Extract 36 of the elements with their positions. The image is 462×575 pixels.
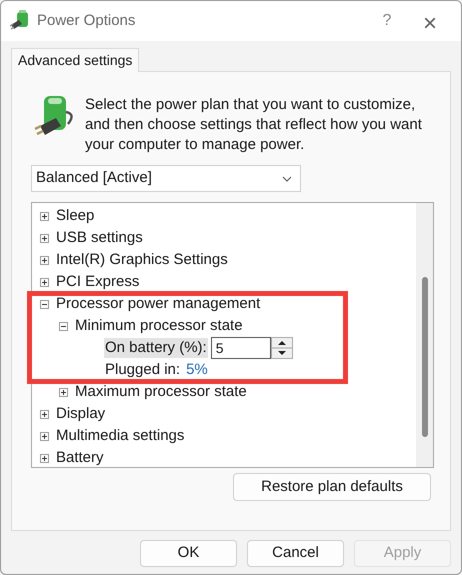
expand-icon[interactable] [59, 388, 68, 396]
dialog-button[interactable]: OK [140, 540, 237, 567]
dialog-button[interactable]: Cancel [247, 540, 344, 567]
expand-icon[interactable] [40, 234, 49, 242]
tree-item[interactable]: Minimum processor state [75, 314, 243, 338]
expand-icon[interactable] [40, 278, 49, 286]
collapse-icon[interactable] [59, 322, 68, 330]
tree-item[interactable]: Multimedia settings [56, 424, 184, 448]
tree-item[interactable]: PCI Express [56, 270, 140, 294]
collapse-icon[interactable] [40, 300, 49, 308]
chevron-down-icon [282, 176, 292, 182]
setting-label[interactable]: Plugged in: [104, 360, 182, 380]
tree-item[interactable]: Display [56, 402, 106, 426]
expand-icon[interactable] [40, 410, 49, 418]
scrollbar-thumb[interactable] [422, 277, 428, 437]
expand-icon[interactable] [40, 212, 49, 220]
tab[interactable]: Advanced settings [11, 48, 140, 72]
tree-item[interactable]: USB settings [56, 226, 143, 250]
restore-defaults-button[interactable]: Restore plan defaults [233, 473, 431, 501]
expand-icon[interactable] [40, 256, 49, 264]
spin-buttons[interactable] [270, 337, 293, 359]
tree-item[interactable]: Processor power management [56, 292, 260, 316]
description-text: Select the power plan that you want to customize, and then choose settings that reflect how you want your computer to manage power. [85, 95, 423, 155]
expand-icon[interactable] [40, 432, 49, 440]
number-field[interactable]: 5 [210, 337, 271, 359]
tree-item[interactable]: Intel(R) Graphics Settings [56, 248, 228, 272]
scrollbar[interactable] [416, 203, 433, 467]
tree-item[interactable]: Maximum processor state [75, 380, 247, 404]
close-button[interactable]: × [407, 6, 453, 36]
plan-dropdown[interactable]: Balanced [Active] [31, 165, 301, 192]
tree-item[interactable]: Sleep [56, 204, 94, 228]
setting-value-link[interactable]: 5% [186, 358, 208, 382]
expand-icon[interactable] [40, 454, 49, 462]
window-title: Power Options [37, 10, 136, 31]
setting-label[interactable]: On battery (%): [104, 338, 208, 358]
tree-item[interactable]: Battery [56, 446, 104, 467]
